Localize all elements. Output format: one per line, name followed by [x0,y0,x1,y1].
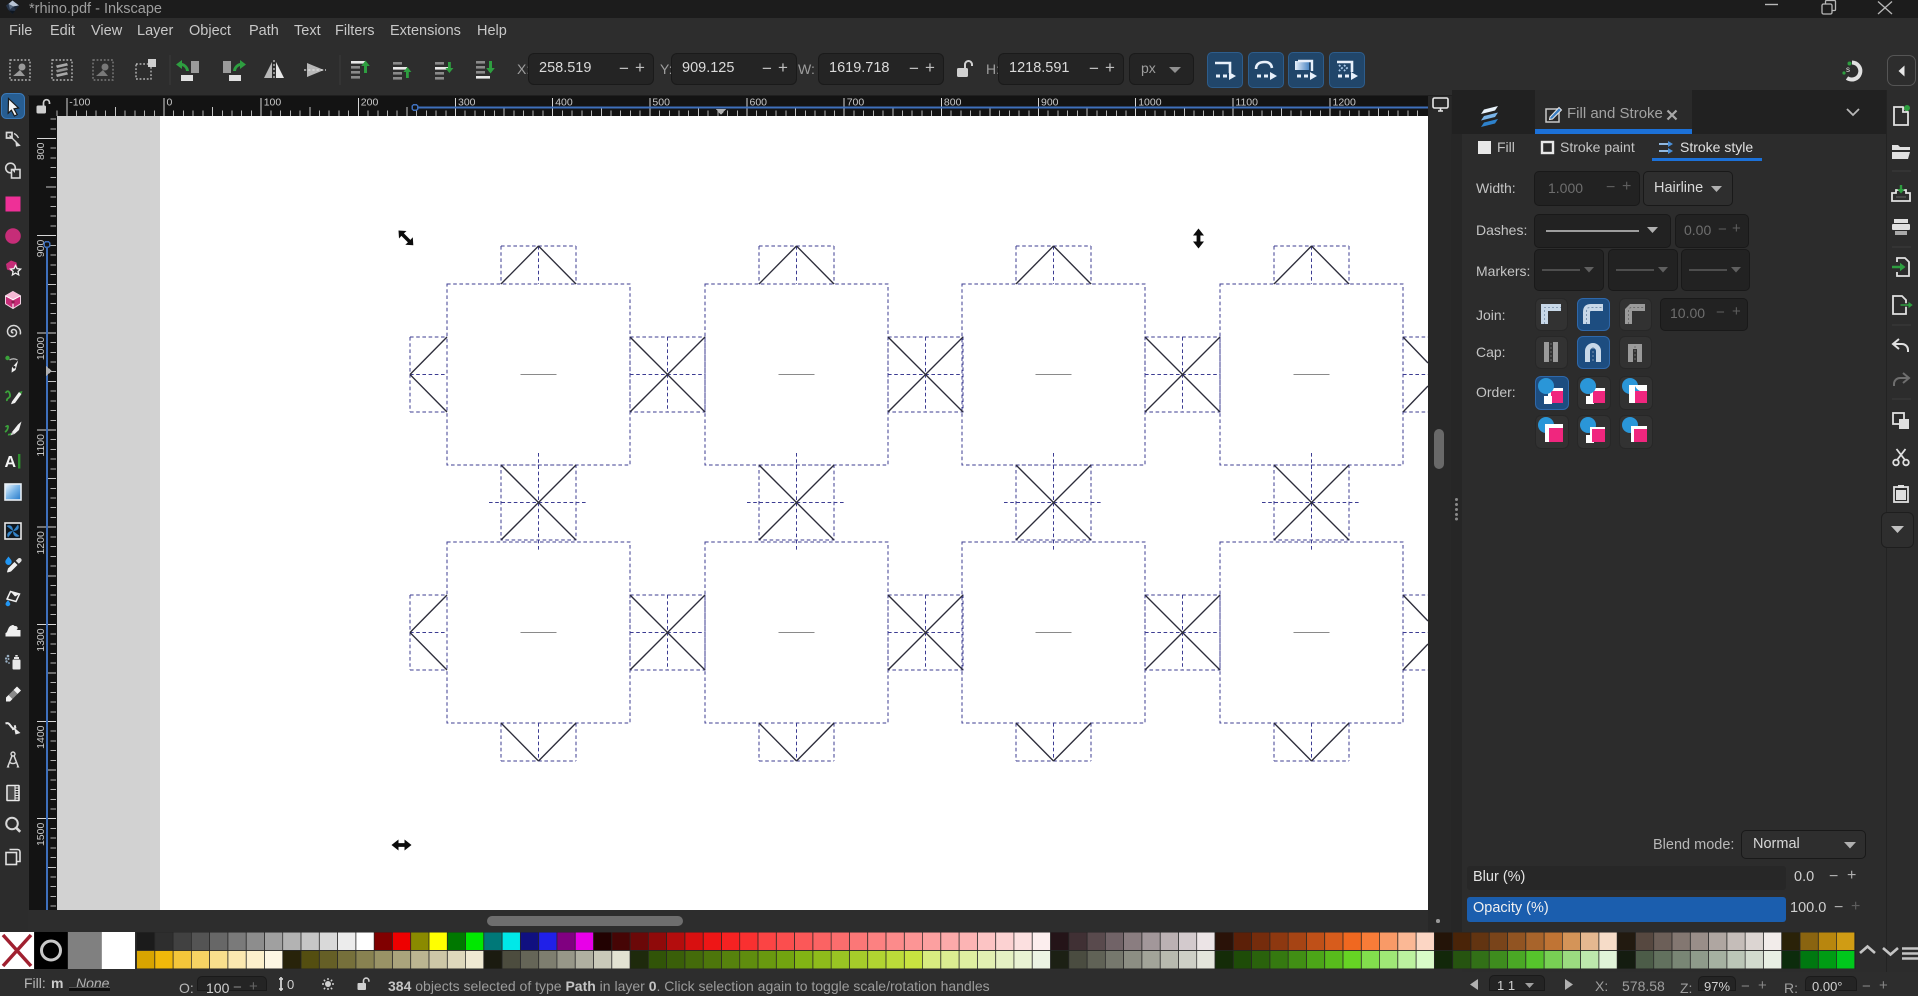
svg-text:200: 200 [361,97,379,109]
svg-text:-100: -100 [69,97,90,109]
svg-text:0: 0 [287,977,294,991]
svg-text:800: 800 [35,142,47,160]
svg-text:s: s [1846,65,1850,74]
svg-text:1300: 1300 [35,628,47,652]
svg-text:1500: 1500 [35,823,47,847]
svg-text:1000: 1000 [35,337,47,361]
svg-text:1400: 1400 [35,725,47,749]
svg-text:1100: 1100 [35,434,47,457]
svg-text:100: 100 [264,97,282,109]
svg-text:1200: 1200 [35,531,47,555]
svg-text:A: A [5,454,17,471]
svg-text:0: 0 [167,97,173,109]
